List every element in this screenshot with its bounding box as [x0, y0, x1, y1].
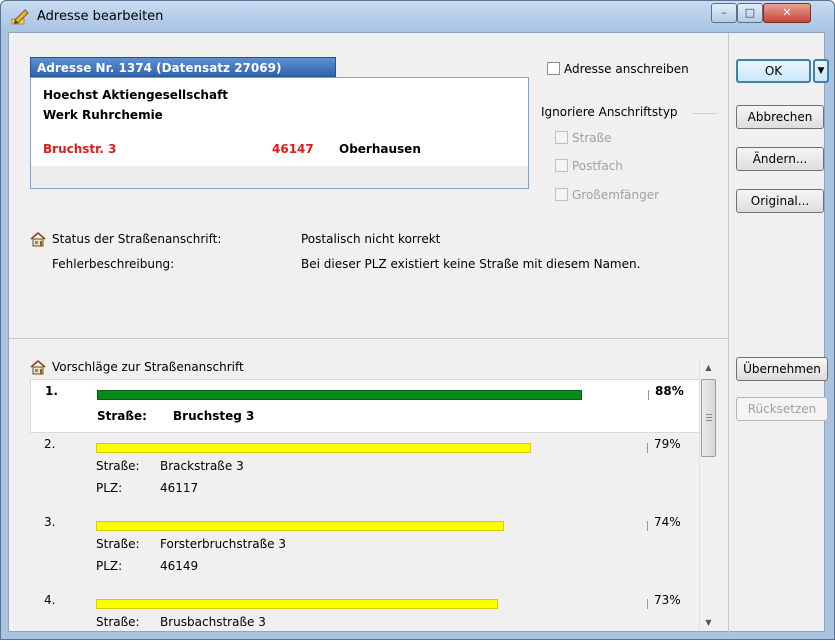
- maximize-button[interactable]: □: [737, 3, 763, 23]
- uebernehmen-button[interactable]: Übernehmen: [736, 357, 828, 381]
- adresse-anschreiben-checkbox[interactable]: Adresse anschreiben: [547, 61, 689, 77]
- checkbox-label: Großemfänger: [572, 188, 660, 202]
- abbrechen-button[interactable]: Abbrechen: [736, 105, 824, 129]
- match-bar-track: [96, 521, 648, 531]
- match-bar-fill: [96, 443, 532, 453]
- address-header: Adresse Nr. 1374 (Datensatz 27069): [30, 57, 336, 77]
- strasse-checkbox[interactable]: Straße: [555, 130, 612, 146]
- suggestion-item-4[interactable]: 4. 73% Straße: Brusbachstraße 3: [30, 589, 707, 641]
- checkbox-label: Straße: [572, 131, 612, 145]
- match-bar-track: [96, 443, 648, 453]
- match-percent: 74%: [654, 515, 681, 529]
- match-bar-track: [96, 599, 648, 609]
- suggestion-number: 4.: [44, 593, 56, 607]
- scroll-thumb[interactable]: [701, 379, 716, 457]
- checkbox-box[interactable]: [555, 188, 568, 201]
- address-footer-strip: [31, 166, 528, 188]
- ignore-type-group-label: Ignoriere Anschriftstyp: [541, 105, 678, 119]
- aendern-button[interactable]: Ändern...: [736, 147, 824, 171]
- ok-button[interactable]: OK: [736, 59, 811, 83]
- suggestion-number: 3.: [44, 515, 56, 529]
- status-value: Postalisch nicht korrekt: [301, 232, 441, 246]
- scroll-down-arrow-icon[interactable]: ▼: [700, 614, 717, 631]
- grip-line: [706, 417, 712, 418]
- street-value: Forsterbruchstraße 3: [160, 537, 287, 551]
- close-button[interactable]: ✕: [763, 3, 811, 23]
- window-title: Adresse bearbeiten: [37, 9, 164, 24]
- suggestion-item-3[interactable]: 3. 74% Straße: Forsterbruchstraße 3 PLZ:…: [30, 511, 707, 589]
- suggestion-item-2[interactable]: 2. 79% Straße: Brackstraße 3 PLZ: 46117: [30, 433, 707, 511]
- original-button[interactable]: Original...: [736, 189, 824, 213]
- grossempfaenger-checkbox[interactable]: Großemfänger: [555, 187, 659, 203]
- street-key: Straße:: [97, 409, 147, 423]
- house-icon: [30, 232, 46, 247]
- suggestions-list: 1. 88% Straße: Bruchsteg 3 2. 79% Straße…: [30, 379, 707, 641]
- match-bar-track: [97, 390, 649, 400]
- title-bar[interactable]: Adresse bearbeiten – □ ✕: [1, 1, 834, 33]
- scroll-up-arrow-icon[interactable]: ▲: [700, 359, 717, 376]
- match-percent: 88%: [655, 384, 684, 398]
- plz-value: 46117: [160, 481, 199, 495]
- street-value: Bruchsteg 3: [173, 409, 255, 423]
- suggestion-number: 2.: [44, 437, 56, 451]
- checkbox-box[interactable]: [547, 62, 560, 75]
- checkbox-label: Postfach: [572, 159, 623, 173]
- vertical-divider: [728, 33, 729, 633]
- street-key: Straße:: [96, 615, 140, 629]
- group-line: [692, 113, 717, 114]
- street-value: Brackstraße 3: [160, 459, 244, 473]
- grip-line: [706, 420, 712, 421]
- street-key: Straße:: [96, 537, 140, 551]
- plz-key: PLZ:: [96, 481, 123, 495]
- address-street: Bruchstr. 3: [43, 142, 117, 156]
- checkbox-label: Adresse anschreiben: [564, 62, 689, 76]
- match-bar-fill: [96, 599, 499, 609]
- match-bar-fill: [96, 521, 504, 531]
- minimize-button[interactable]: –: [711, 3, 737, 23]
- ok-dropdown-arrow[interactable]: ▼: [813, 59, 829, 83]
- street-key: Straße:: [96, 459, 140, 473]
- street-value: Brusbachstraße 3: [160, 615, 266, 629]
- address-line-1: Hoechst Aktiengesellschaft: [43, 88, 229, 102]
- error-description-value: Bei dieser PLZ existiert keine Straße mi…: [301, 257, 641, 271]
- error-description-label: Fehlerbeschreibung:: [52, 257, 175, 271]
- house-icon: [30, 360, 46, 375]
- address-box[interactable]: Hoechst Aktiengesellschaft Werk Ruhrchem…: [30, 77, 529, 189]
- suggestions-scrollbar[interactable]: ▲ ▼: [699, 359, 716, 631]
- address-zip: 46147: [272, 142, 314, 156]
- suggestion-number: 1.: [45, 384, 58, 398]
- dialog-client-area: Adresse Nr. 1374 (Datensatz 27069) Hoech…: [8, 32, 829, 633]
- suggestions-header: Vorschläge zur Straßenanschrift: [52, 360, 244, 374]
- checkbox-box[interactable]: [555, 159, 568, 172]
- postfach-checkbox[interactable]: Postfach: [555, 158, 623, 174]
- grip-line: [706, 414, 712, 415]
- edit-pencil-icon: [11, 9, 29, 25]
- match-percent: 73%: [654, 593, 681, 607]
- status-label: Status der Straßenanschrift:: [52, 232, 222, 246]
- plz-value: 46149: [160, 559, 199, 573]
- ruecksetzen-button[interactable]: Rücksetzen: [736, 397, 828, 421]
- address-city: Oberhausen: [339, 142, 421, 156]
- checkbox-box[interactable]: [555, 131, 568, 144]
- match-percent: 79%: [654, 437, 681, 451]
- suggestion-item-1[interactable]: 1. 88% Straße: Bruchsteg 3: [30, 379, 707, 433]
- plz-key: PLZ:: [96, 559, 123, 573]
- horizontal-divider: [9, 338, 728, 339]
- match-bar-fill: [97, 390, 582, 400]
- address-line-2: Werk Ruhrchemie: [43, 108, 163, 122]
